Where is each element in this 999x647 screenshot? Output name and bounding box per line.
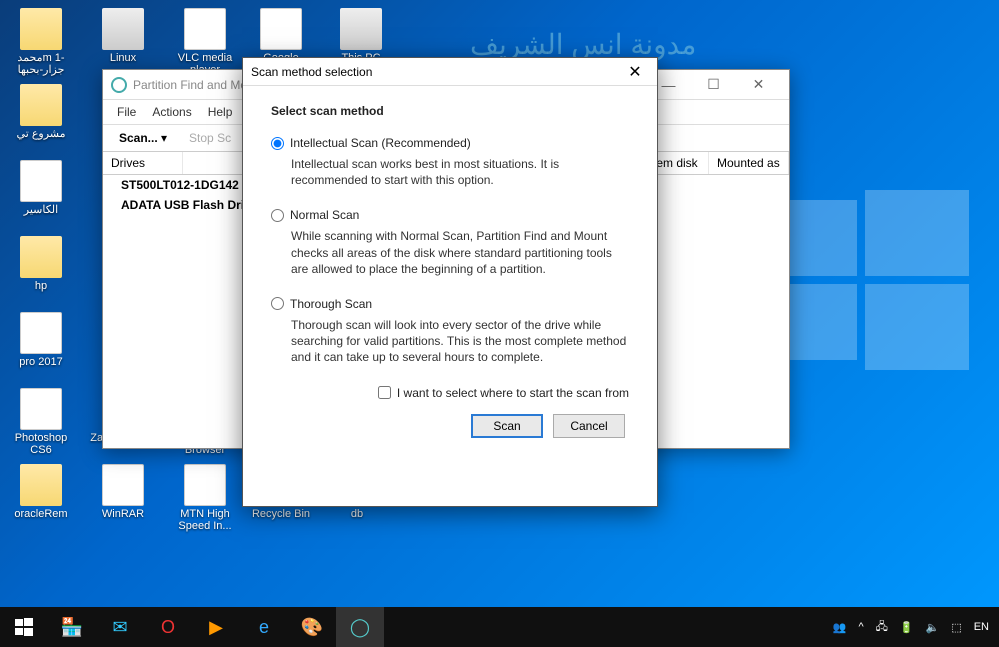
radio-intellectual[interactable] — [271, 137, 284, 150]
file-icon — [20, 236, 62, 278]
icon-label: محمدm 1- جزار-بحبها — [6, 52, 76, 76]
taskbar: 🏪 ✉ O ▶ e 🎨 ◯ 👥 ^ 🖧 🔋 🔈 ⬚ EN — [0, 607, 999, 647]
app-icon — [111, 77, 127, 93]
taskbar-opera-icon[interactable]: O — [144, 607, 192, 647]
stop-scan-button: Stop Sc — [181, 129, 239, 147]
desktop-icon[interactable]: oracleRem — [6, 464, 76, 520]
icon-label: مشروع تي — [6, 128, 76, 140]
checkbox-select-start[interactable] — [378, 386, 391, 399]
desktop-icon[interactable]: VLC media player — [170, 8, 240, 76]
scan-dropdown[interactable]: Scan... ▾ — [111, 129, 175, 147]
file-icon — [20, 84, 62, 126]
system-tray: 👥 ^ 🖧 🔋 🔈 ⬚ EN — [833, 618, 999, 637]
desktop: مدونة انس الشريف مدونة انس الشريف محمدm … — [0, 0, 999, 647]
file-icon — [184, 8, 226, 50]
option-desc: Intellectual scan works best in most sit… — [291, 156, 629, 188]
icon-label: الكاسير — [6, 204, 76, 216]
radio-thorough[interactable] — [271, 297, 284, 310]
icon-label: Recycle Bin — [246, 508, 316, 520]
icon-label: MTN High Speed In... — [170, 508, 240, 532]
taskbar-paint-icon[interactable]: 🎨 — [288, 607, 336, 647]
icon-label: Linux — [88, 52, 158, 64]
desktop-icon[interactable]: hp — [6, 236, 76, 292]
col-drives[interactable]: Drives — [103, 152, 183, 174]
menu-file[interactable]: File — [109, 102, 144, 122]
dialog-heading: Select scan method — [271, 104, 629, 118]
maximize-button[interactable]: ☐ — [691, 71, 736, 99]
file-icon — [20, 388, 62, 430]
icon-label: pro 2017 — [6, 356, 76, 368]
icon-label: oracleRem — [6, 508, 76, 520]
tray-battery-icon[interactable]: 🔋 — [900, 621, 914, 634]
tray-people-icon[interactable]: 👥 — [833, 621, 847, 634]
close-button[interactable]: ✕ — [736, 71, 781, 99]
checkbox-label: I want to select where to start the scan… — [397, 386, 629, 400]
menu-actions[interactable]: Actions — [144, 102, 199, 122]
file-icon — [260, 8, 302, 50]
scan-button[interactable]: Scan — [471, 414, 543, 438]
dialog-titlebar[interactable]: Scan method selection ✕ — [243, 58, 657, 86]
icon-label: WinRAR — [88, 508, 158, 520]
tray-action-center-icon[interactable]: ⬚ — [951, 621, 961, 634]
desktop-icon[interactable]: Linux — [88, 8, 158, 64]
close-icon[interactable]: ✕ — [621, 62, 649, 82]
desktop-icon[interactable]: MTN High Speed In... — [170, 464, 240, 532]
window-title: Partition Find and Mo — [133, 78, 247, 92]
desktop-icon[interactable]: محمدm 1- جزار-بحبها — [6, 8, 76, 76]
file-icon — [20, 464, 62, 506]
desktop-icon[interactable]: الكاسير — [6, 160, 76, 216]
taskbar-partition-app-icon[interactable]: ◯ — [336, 607, 384, 647]
cancel-button[interactable]: Cancel — [553, 414, 625, 438]
option-desc: While scanning with Normal Scan, Partiti… — [291, 228, 629, 277]
icon-label: Photoshop CS6 — [6, 432, 76, 456]
scan-method-dialog: Scan method selection ✕ Select scan meth… — [242, 57, 658, 507]
tray-volume-icon[interactable]: 🔈 — [926, 621, 940, 634]
taskbar-mail-icon[interactable]: ✉ — [96, 607, 144, 647]
col-mounted-as[interactable]: Mounted as — [709, 152, 789, 174]
taskbar-store-icon[interactable]: 🏪 — [48, 607, 96, 647]
radio-normal[interactable] — [271, 209, 284, 222]
file-icon — [102, 464, 144, 506]
file-icon — [340, 8, 382, 50]
desktop-icon[interactable]: This PC — [326, 8, 396, 64]
taskbar-media-icon[interactable]: ▶ — [192, 607, 240, 647]
file-icon — [20, 160, 62, 202]
option-intellectual[interactable]: Intellectual Scan (Recommended) Intellec… — [271, 136, 629, 188]
file-icon — [20, 312, 62, 354]
option-thorough[interactable]: Thorough Scan Thorough scan will look in… — [271, 297, 629, 366]
dialog-title: Scan method selection — [251, 65, 372, 79]
option-normal[interactable]: Normal Scan While scanning with Normal S… — [271, 208, 629, 277]
file-icon — [184, 464, 226, 506]
icon-label: hp — [6, 280, 76, 292]
tray-network-icon[interactable]: 🖧 — [876, 618, 888, 637]
start-button[interactable] — [0, 607, 48, 647]
windows-logo — [769, 180, 969, 380]
tray-language[interactable]: EN — [974, 621, 989, 633]
file-icon — [102, 8, 144, 50]
icon-label: db — [322, 508, 392, 520]
file-icon — [20, 8, 62, 50]
taskbar-edge-icon[interactable]: e — [240, 607, 288, 647]
desktop-icon[interactable]: WinRAR — [88, 464, 158, 520]
desktop-icon[interactable]: Photoshop CS6 — [6, 388, 76, 456]
desktop-icon[interactable]: pro 2017 — [6, 312, 76, 368]
desktop-icon[interactable]: مشروع تي — [6, 84, 76, 140]
option-desc: Thorough scan will look into every secto… — [291, 317, 629, 366]
tray-chevron-icon[interactable]: ^ — [858, 621, 863, 633]
menu-help[interactable]: Help — [200, 102, 241, 122]
